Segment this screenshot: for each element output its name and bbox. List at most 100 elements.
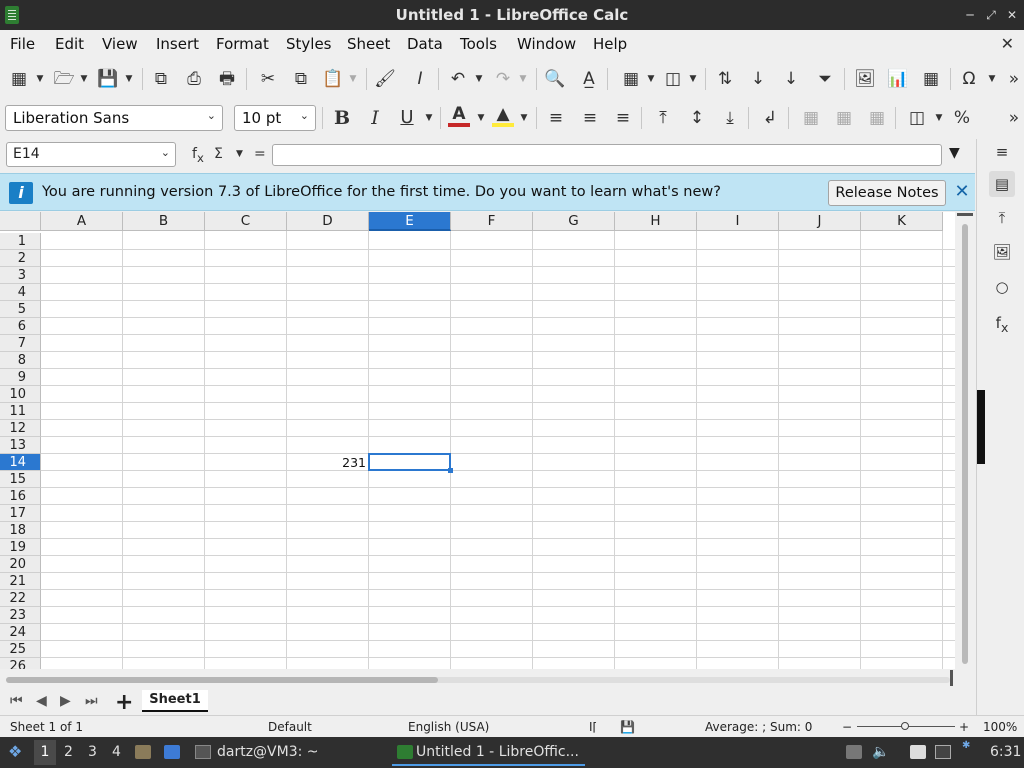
column-header-h[interactable]: H (615, 212, 697, 231)
active-cell-cursor[interactable] (368, 453, 451, 471)
paste-icon[interactable]: 📋 (321, 67, 345, 91)
column-header-e[interactable]: E (369, 212, 451, 231)
clock[interactable]: 6:31 (990, 744, 1021, 760)
row-header-19[interactable]: 19 (0, 539, 41, 556)
spelling-icon[interactable]: A̲ (577, 67, 601, 91)
sort-descending-icon[interactable]: ↓ (779, 67, 803, 91)
select-all-corner[interactable] (0, 212, 41, 231)
align-center-icon[interactable]: ≡ (578, 106, 602, 130)
row-header-22[interactable]: 22 (0, 590, 41, 607)
function-wizard-icon[interactable]: fx (192, 146, 204, 165)
row-header-9[interactable]: 9 (0, 369, 41, 386)
styles-icon[interactable]: ⤒ (991, 207, 1013, 229)
workspace-2[interactable]: 2 (64, 744, 73, 760)
find-replace-icon[interactable]: 🔍 (543, 67, 567, 91)
merge-cells-icon[interactable]: ▦ (799, 106, 823, 130)
sidebar-menu-icon[interactable]: ≡ (991, 141, 1013, 163)
row-header-21[interactable]: 21 (0, 573, 41, 590)
navigator-icon[interactable]: ○ (991, 276, 1013, 298)
unmerge-cells-icon[interactable]: ▦ (865, 106, 889, 130)
spreadsheet-grid[interactable]: A B C D E F G H I J K 1 2 3 4 5 6 7 8 9 10 11 12 13 14 15 16 17 18 19… (0, 212, 955, 669)
row-dropdown-icon[interactable]: ▼ (646, 67, 656, 91)
zoom-in-icon[interactable]: + (959, 720, 969, 734)
fill-handle[interactable] (448, 468, 453, 473)
italic-icon[interactable]: I (363, 106, 387, 130)
save-dropdown-icon[interactable]: ▼ (124, 67, 134, 91)
row-icon[interactable]: ▦ (619, 67, 643, 91)
show-desktop-icon[interactable] (164, 745, 180, 759)
row-header-23[interactable]: 23 (0, 607, 41, 624)
name-box[interactable]: E14 ⌄ (6, 142, 176, 167)
row-header-2[interactable]: 2 (0, 250, 41, 267)
new-spreadsheet-icon[interactable]: ▦ (7, 67, 31, 91)
highlight-dropdown-icon[interactable]: ▼ (519, 106, 529, 130)
menu-sheet[interactable]: Sheet (347, 35, 390, 53)
notifications-icon[interactable]: ✱ (962, 740, 970, 751)
print-icon[interactable]: ⎙ (182, 67, 206, 91)
new-dropdown-icon[interactable]: ▼ (35, 67, 45, 91)
menu-file[interactable]: File (10, 35, 35, 53)
volume-icon[interactable]: 🔈 (872, 744, 889, 760)
document-modified-icon[interactable]: 💾 (620, 720, 635, 734)
copy-icon[interactable]: ⧉ (289, 67, 313, 91)
font-color-icon[interactable]: A (447, 105, 471, 129)
undo-dropdown-icon[interactable]: ▼ (474, 67, 484, 91)
row-header-14[interactable]: 14 (0, 454, 41, 471)
gallery-icon[interactable]: 🖼 (991, 241, 1013, 263)
column-header-k[interactable]: K (861, 212, 943, 231)
cut-icon[interactable]: ✂ (256, 67, 280, 91)
menu-tools[interactable]: Tools (460, 35, 497, 53)
previous-sheet-icon[interactable]: ◀ (36, 693, 47, 709)
sort-icon[interactable]: ⇅ (713, 67, 737, 91)
column-header-c[interactable]: C (205, 212, 287, 231)
close-document-icon[interactable]: ✕ (1001, 34, 1014, 53)
row-header-25[interactable]: 25 (0, 641, 41, 658)
row-header-5[interactable]: 5 (0, 301, 41, 318)
wrap-text-icon[interactable]: ↲ (758, 106, 782, 130)
row-header-20[interactable]: 20 (0, 556, 41, 573)
functions-icon[interactable]: fx (991, 312, 1013, 335)
insert-chart-icon[interactable]: 📊 (886, 67, 910, 91)
clear-formatting-icon[interactable]: I (408, 67, 432, 91)
highlight-color-icon[interactable]: ▲ (491, 105, 515, 129)
menu-view[interactable]: View (102, 35, 138, 53)
formula-input[interactable] (272, 144, 942, 166)
row-header-7[interactable]: 7 (0, 335, 41, 352)
special-character-icon[interactable]: Ω (957, 67, 981, 91)
next-sheet-icon[interactable]: ▶ (60, 693, 71, 709)
sum-icon[interactable]: Σ (214, 146, 223, 162)
row-header-12[interactable]: 12 (0, 420, 41, 437)
close-infobar-icon[interactable]: ✕ (953, 182, 971, 202)
minimize-icon[interactable]: ─ (962, 7, 978, 23)
horizontal-scroll-thumb[interactable] (6, 677, 438, 683)
special-character-dropdown-icon[interactable]: ▼ (987, 67, 997, 91)
workspace-1[interactable]: 1 (34, 740, 56, 765)
row-header-15[interactable]: 15 (0, 471, 41, 488)
column-header-d[interactable]: D (287, 212, 369, 231)
sum-dropdown-icon[interactable]: ▼ (236, 149, 243, 159)
row-header-16[interactable]: 16 (0, 488, 41, 505)
row-header-10[interactable]: 10 (0, 386, 41, 403)
restore-icon[interactable]: ⤢ (983, 7, 999, 23)
menu-help[interactable]: Help (593, 35, 627, 53)
cell-d14[interactable]: 231 (287, 455, 366, 470)
taskbar-calc[interactable]: Untitled 1 - LibreOffic... (392, 739, 585, 766)
column-dropdown-icon[interactable]: ▼ (688, 67, 698, 91)
pivot-table-icon[interactable]: ▦ (919, 67, 943, 91)
selection-sum[interactable]: Average: ; Sum: 0 (705, 720, 812, 734)
open-dropdown-icon[interactable]: ▼ (79, 67, 89, 91)
menu-insert[interactable]: Insert (156, 35, 199, 53)
clipboard-icon[interactable] (910, 745, 926, 759)
underline-dropdown-icon[interactable]: ▼ (424, 106, 434, 130)
sort-ascending-icon[interactable]: ↓ (746, 67, 770, 91)
undo-icon[interactable]: ↶ (446, 67, 470, 91)
close-window-icon[interactable]: ✕ (1004, 7, 1020, 23)
insert-image-icon[interactable]: 🖼 (853, 67, 877, 91)
zoom-slider-knob[interactable] (901, 722, 909, 730)
text-language[interactable]: English (USA) (408, 720, 489, 734)
paste-dropdown-icon[interactable]: ▼ (348, 67, 358, 91)
menu-format[interactable]: Format (216, 35, 269, 53)
underline-icon[interactable]: U (395, 106, 419, 130)
export-pdf-icon[interactable]: ⧉ (149, 67, 173, 91)
more-tools-icon[interactable]: » (1006, 67, 1022, 91)
